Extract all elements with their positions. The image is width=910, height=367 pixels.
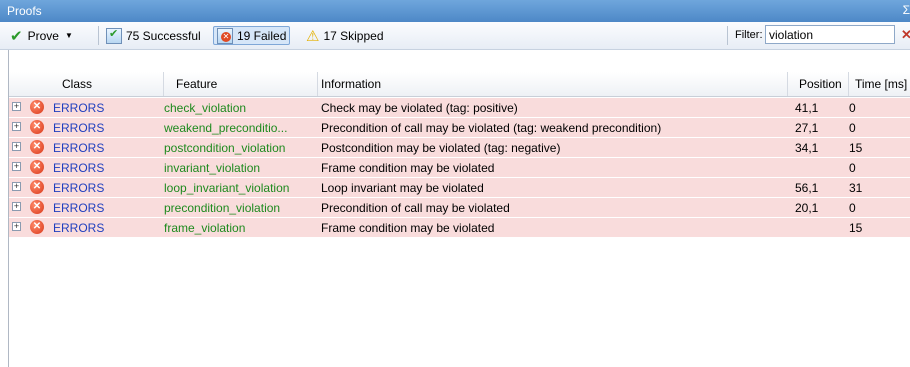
error-icon: ✕ bbox=[30, 180, 44, 194]
failed-label: 19 Failed bbox=[237, 28, 287, 43]
row-feature: weakend_preconditio... bbox=[164, 121, 288, 135]
clear-filter-icon[interactable]: ✕ bbox=[901, 27, 910, 43]
table-row[interactable]: + ✕ ERRORS weakend_preconditio... Precon… bbox=[9, 118, 910, 138]
toolbar-separator bbox=[98, 26, 99, 45]
error-icon: ✕ bbox=[30, 120, 44, 134]
row-time: 0 bbox=[849, 161, 856, 175]
row-position: 41,1 bbox=[795, 101, 819, 115]
row-time: 0 bbox=[849, 101, 856, 115]
panel-title-bar: Proofs Σ bbox=[0, 0, 910, 22]
column-header-position[interactable]: Position bbox=[799, 77, 842, 91]
pin-icon[interactable]: Σ bbox=[903, 3, 910, 17]
error-icon: ✕ bbox=[30, 140, 44, 154]
row-information: Precondition of call may be violated bbox=[321, 201, 510, 215]
row-time: 31 bbox=[849, 181, 863, 195]
row-position: 27,1 bbox=[795, 121, 819, 135]
row-class: ERRORS bbox=[53, 181, 105, 195]
successful-label: 75 Successful bbox=[126, 28, 201, 43]
successful-icon: ✔ bbox=[106, 27, 122, 44]
successful-filter-button[interactable]: ✔ 75 Successful bbox=[106, 26, 201, 45]
error-icon: ✕ bbox=[30, 100, 44, 114]
check-icon: ✔ bbox=[10, 27, 23, 45]
table-row[interactable]: + ✕ ERRORS postcondition_violation Postc… bbox=[9, 138, 910, 158]
skipped-filter-button[interactable]: ⚠ 17 Skipped bbox=[306, 26, 384, 45]
row-class: ERRORS bbox=[53, 201, 105, 215]
row-class: ERRORS bbox=[53, 101, 105, 115]
toolbar: ✔ Prove ▼ ✔ 75 Successful ✕ 19 Failed ⚠ … bbox=[0, 22, 910, 50]
warning-icon: ⚠ bbox=[306, 27, 320, 45]
expand-icon[interactable]: + bbox=[12, 222, 21, 231]
row-feature: postcondition_violation bbox=[164, 141, 286, 155]
row-information: Frame condition may be violated bbox=[321, 221, 495, 235]
row-time: 0 bbox=[849, 201, 856, 215]
filter-input[interactable] bbox=[765, 25, 895, 44]
row-time: 15 bbox=[849, 141, 863, 155]
row-feature: invariant_violation bbox=[164, 161, 261, 175]
row-class: ERRORS bbox=[53, 121, 105, 135]
row-information: Loop invariant may be violated bbox=[321, 181, 484, 195]
prove-button[interactable]: ✔ Prove ▼ bbox=[10, 26, 73, 45]
expand-icon[interactable]: + bbox=[12, 122, 21, 131]
row-information: Check may be violated (tag: positive) bbox=[321, 101, 518, 115]
column-header-feature[interactable]: Feature bbox=[176, 77, 217, 91]
row-position: 34,1 bbox=[795, 141, 819, 155]
failed-filter-button[interactable]: ✕ 19 Failed bbox=[213, 26, 291, 45]
row-position: 20,1 bbox=[795, 201, 819, 215]
table-row[interactable]: + ✕ ERRORS invariant_violation Frame con… bbox=[9, 158, 910, 178]
dropdown-arrow-icon[interactable]: ▼ bbox=[65, 31, 73, 40]
column-header-class[interactable]: Class bbox=[62, 77, 92, 91]
row-feature: check_violation bbox=[164, 101, 247, 115]
table-header: Class Feature Information Position Time … bbox=[9, 72, 910, 97]
expand-icon[interactable]: + bbox=[12, 162, 21, 171]
row-feature: frame_violation bbox=[164, 221, 246, 235]
row-information: Precondition of call may be violated (ta… bbox=[321, 121, 662, 135]
row-information: Postcondition may be violated (tag: nega… bbox=[321, 141, 561, 155]
error-icon: ✕ bbox=[30, 160, 44, 174]
expand-icon[interactable]: + bbox=[12, 182, 21, 191]
row-feature: loop_invariant_violation bbox=[164, 181, 290, 195]
row-position: 56,1 bbox=[795, 181, 819, 195]
panel-title: Proofs bbox=[7, 4, 42, 18]
error-icon: ✕ bbox=[30, 200, 44, 214]
skipped-label: 17 Skipped bbox=[323, 28, 384, 43]
error-icon: ✕ bbox=[30, 220, 44, 234]
prove-label: Prove bbox=[27, 28, 59, 43]
column-header-information[interactable]: Information bbox=[321, 77, 381, 91]
table-row[interactable]: + ✕ ERRORS loop_invariant_violation Loop… bbox=[9, 178, 910, 198]
row-feature: precondition_violation bbox=[164, 201, 281, 215]
failed-icon: ✕ bbox=[217, 27, 233, 44]
table-row[interactable]: + ✕ ERRORS check_violation Check may be … bbox=[9, 98, 910, 118]
row-class: ERRORS bbox=[53, 161, 105, 175]
row-time: 15 bbox=[849, 221, 863, 235]
table-row[interactable]: + ✕ ERRORS frame_violation Frame conditi… bbox=[9, 218, 910, 238]
expand-icon[interactable]: + bbox=[12, 202, 21, 211]
row-information: Frame condition may be violated bbox=[321, 161, 495, 175]
toolbar-separator bbox=[727, 26, 728, 45]
column-header-time[interactable]: Time [ms] bbox=[855, 77, 907, 91]
expand-icon[interactable]: + bbox=[12, 142, 21, 151]
row-class: ERRORS bbox=[53, 141, 105, 155]
row-time: 0 bbox=[849, 121, 856, 135]
table-row[interactable]: + ✕ ERRORS precondition_violation Precon… bbox=[9, 198, 910, 218]
row-class: ERRORS bbox=[53, 221, 105, 235]
filter-label: Filter: bbox=[735, 29, 763, 41]
expand-icon[interactable]: + bbox=[12, 102, 21, 111]
